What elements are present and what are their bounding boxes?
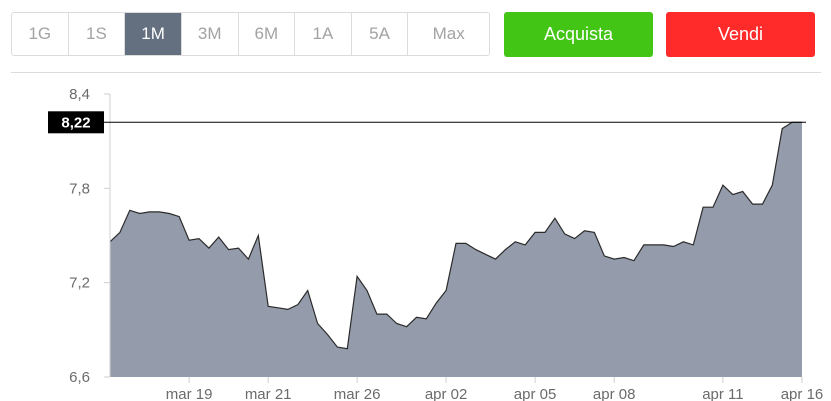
- x-tick-label: mar 19: [166, 386, 213, 401]
- x-tick-label: apr 05: [514, 386, 557, 401]
- current-price-label: 8,22: [61, 114, 90, 131]
- x-tick-label: mar 21: [245, 386, 292, 401]
- x-tick-label: apr 11: [702, 386, 743, 401]
- y-tick-label: 7,8: [69, 180, 90, 197]
- price-area: [110, 122, 802, 377]
- y-tick-label: 6,6: [69, 369, 90, 386]
- x-tick-label: mar 26: [334, 386, 381, 401]
- y-tick-label: 7,2: [69, 275, 90, 292]
- x-tick-label: apr 08: [593, 386, 636, 401]
- y-tick-label: 8,4: [69, 86, 90, 103]
- price-chart: 8,4 7,8 7,2 6,6 mar 19 mar 21 mar 26 apr 02 apr …: [48, 86, 824, 401]
- x-tick-label: apr 16: [781, 386, 824, 401]
- x-tick-label: apr 02: [425, 386, 468, 401]
